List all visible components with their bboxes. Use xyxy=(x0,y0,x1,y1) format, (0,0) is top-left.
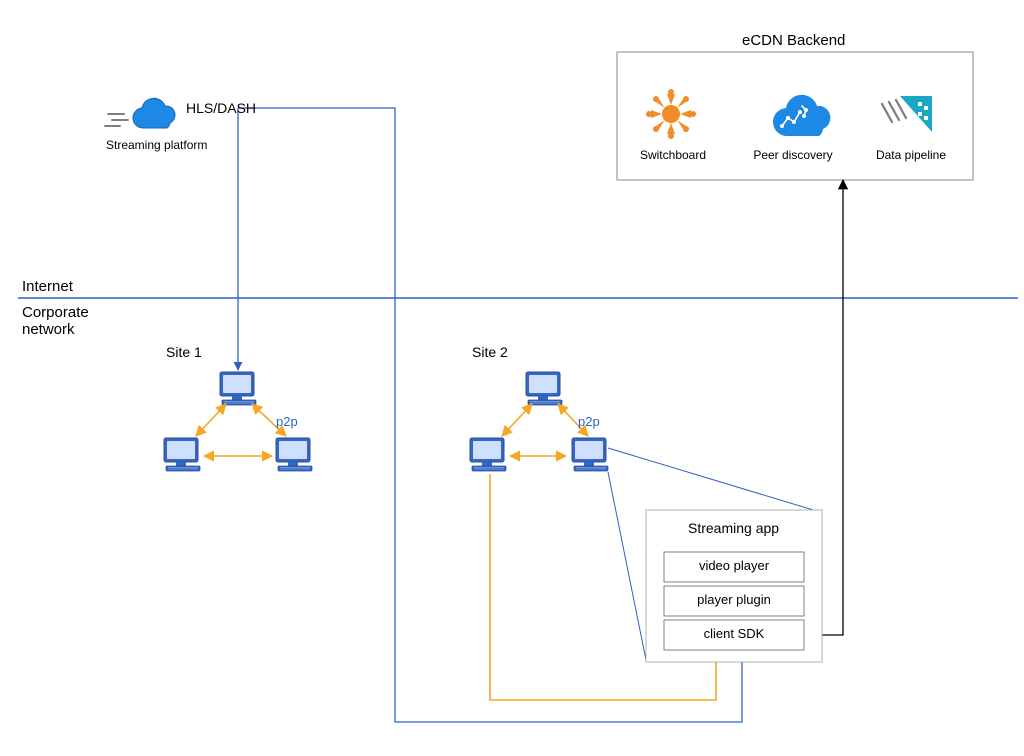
site2-p2p-line-1 xyxy=(502,404,532,436)
orange-route-to-sdk xyxy=(490,474,716,700)
site1-pc-right xyxy=(276,438,312,471)
callout-line-bottom xyxy=(608,472,646,660)
site1-label: Site 1 xyxy=(166,344,202,360)
peer-discovery-label: Peer discovery xyxy=(748,148,838,162)
site2-pc-left xyxy=(470,438,506,471)
site2-label: Site 2 xyxy=(472,344,508,360)
streaming-app-label: Streaming app xyxy=(688,520,779,536)
site2-pc-top xyxy=(526,372,562,405)
p2p-label-2: p2p xyxy=(578,414,600,429)
callout-line-top xyxy=(608,448,820,512)
hls-dash-label: HLS/DASH xyxy=(186,100,256,116)
peer-discovery-icon xyxy=(773,95,830,136)
video-player-label: video player xyxy=(664,558,804,573)
ecdn-title: eCDN Backend xyxy=(742,32,845,49)
site1-pc-top xyxy=(220,372,256,405)
data-pipeline-icon xyxy=(882,96,932,132)
site2-pc-right xyxy=(572,438,608,471)
switchboard-label: Switchboard xyxy=(638,148,708,162)
player-plugin-label: player plugin xyxy=(664,592,804,607)
corporate-network-label: Corporate network xyxy=(22,304,89,338)
site1-p2p-line-1 xyxy=(196,404,226,436)
internet-label: Internet xyxy=(22,278,73,295)
client-sdk-label: client SDK xyxy=(664,626,804,641)
p2p-label-1: p2p xyxy=(276,414,298,429)
backend-sdk-link xyxy=(808,180,843,635)
site1-pc-left xyxy=(164,438,200,471)
streaming-platform-label: Streaming platform xyxy=(106,138,207,152)
streaming-platform-icon xyxy=(105,98,175,128)
switchboard-icon xyxy=(646,89,696,139)
data-pipeline-label: Data pipeline xyxy=(866,148,956,162)
